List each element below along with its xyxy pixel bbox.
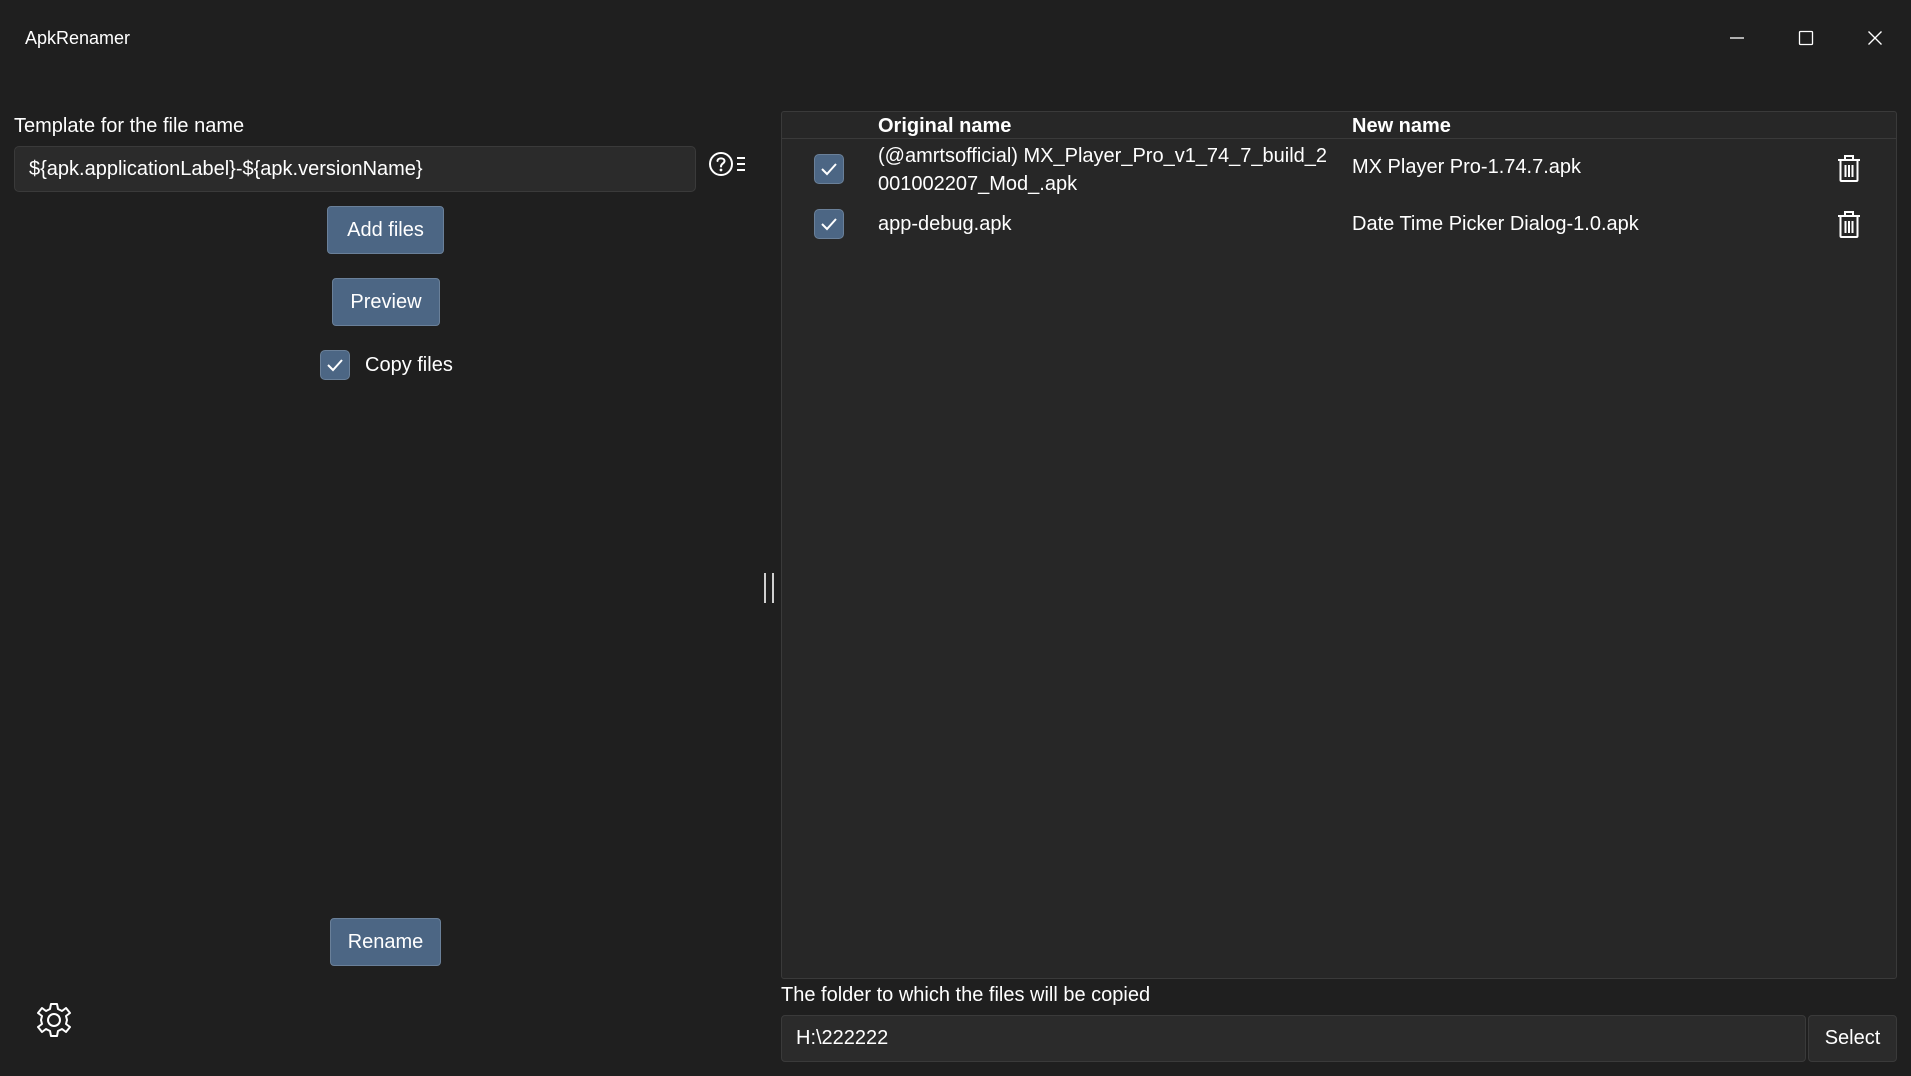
column-header-original[interactable]: Original name bbox=[878, 115, 1011, 138]
select-folder-button[interactable]: Select bbox=[1808, 1015, 1897, 1062]
close-icon bbox=[1868, 31, 1882, 45]
delete-row-button[interactable] bbox=[1834, 152, 1864, 186]
file-row[interactable]: app-debug.apk Date Time Picker Dialog-1.… bbox=[782, 204, 1896, 244]
panel-splitter[interactable] bbox=[764, 573, 774, 603]
add-files-button[interactable]: Add files bbox=[327, 206, 444, 254]
preview-button[interactable]: Preview bbox=[332, 278, 440, 326]
minimize-icon bbox=[1730, 37, 1744, 39]
destination-folder-input[interactable] bbox=[781, 1015, 1806, 1062]
trash-icon bbox=[1838, 155, 1860, 182]
copy-files-label: Copy files bbox=[365, 353, 453, 376]
original-name-cell: app-debug.apk bbox=[878, 213, 1012, 235]
column-header-new[interactable]: New name bbox=[1352, 115, 1451, 138]
file-row[interactable]: (@amrtsofficial) MX_Player_Pro_v1_74_7_b… bbox=[782, 142, 1896, 196]
minimize-button[interactable] bbox=[1714, 18, 1760, 58]
file-row-checkbox[interactable] bbox=[814, 154, 844, 184]
template-help-button[interactable] bbox=[706, 148, 750, 182]
file-row-checkbox[interactable] bbox=[814, 209, 844, 239]
template-input[interactable] bbox=[14, 146, 696, 192]
copy-files-checkbox[interactable]: Copy files bbox=[320, 350, 453, 380]
new-name-cell: MX Player Pro-1.74.7.apk bbox=[1352, 156, 1581, 178]
template-label: Template for the file name bbox=[14, 115, 245, 137]
gear-icon bbox=[37, 1003, 71, 1037]
delete-row-button[interactable] bbox=[1834, 208, 1864, 242]
rename-button[interactable]: Rename bbox=[330, 918, 441, 966]
close-button[interactable] bbox=[1852, 18, 1898, 58]
app-window: ApkRenamer Template for the file name Ad… bbox=[0, 0, 1911, 1076]
window-title: ApkRenamer bbox=[25, 28, 131, 48]
checkmark-icon bbox=[327, 359, 343, 372]
new-name-cell: Date Time Picker Dialog-1.0.apk bbox=[1352, 213, 1639, 235]
copy-files-check-box[interactable] bbox=[320, 350, 350, 380]
title-bar: ApkRenamer bbox=[0, 0, 1911, 76]
checkmark-icon bbox=[821, 218, 837, 231]
original-name-cell: (@amrtsofficial) MX_Player_Pro_v1_74_7_b… bbox=[878, 145, 1328, 195]
file-list: Original name New name (@amrtsofficial) … bbox=[781, 111, 1897, 979]
maximize-button[interactable] bbox=[1783, 18, 1829, 58]
destination-folder-label: The folder to which the files will be co… bbox=[781, 984, 1151, 1006]
trash-icon bbox=[1838, 211, 1860, 238]
maximize-icon bbox=[1798, 30, 1814, 46]
settings-button[interactable] bbox=[34, 1000, 74, 1040]
file-list-header: Original name New name bbox=[782, 112, 1896, 139]
checkmark-icon bbox=[821, 163, 837, 176]
help-list-icon bbox=[709, 152, 745, 176]
